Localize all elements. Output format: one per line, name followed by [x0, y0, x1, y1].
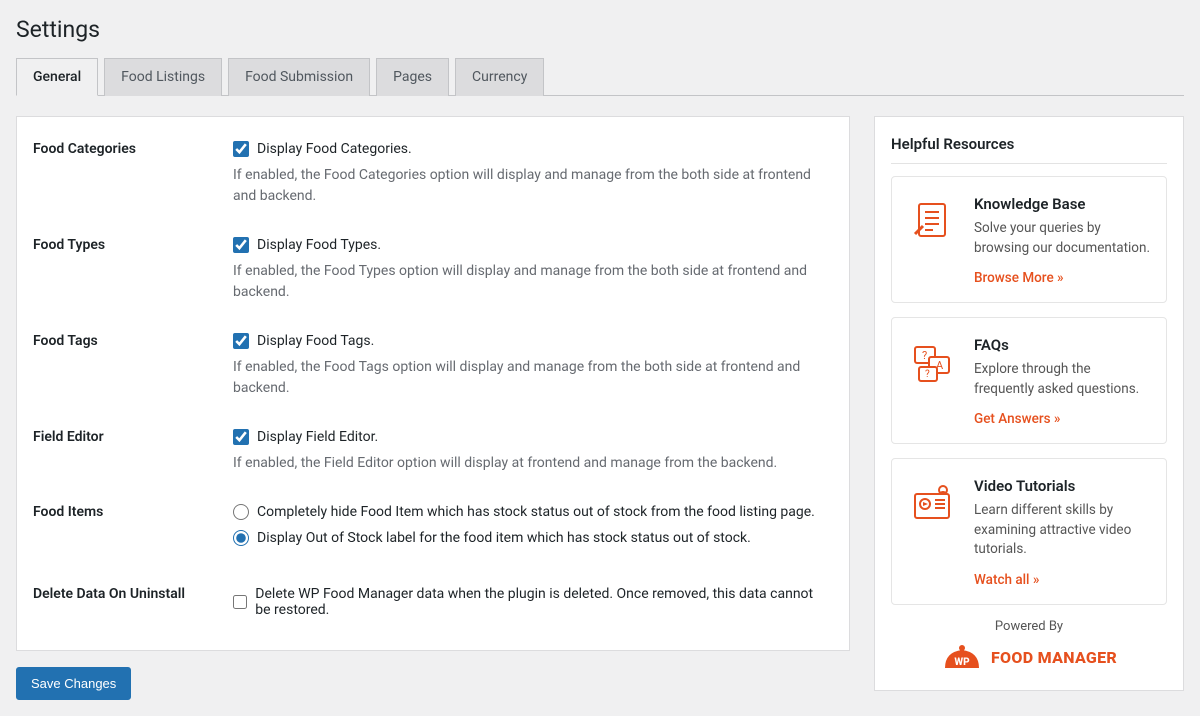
- video-icon: [906, 477, 958, 529]
- checkbox-label-field-editor: Display Field Editor.: [257, 429, 378, 445]
- document-icon: [906, 195, 958, 247]
- card-link-get-answers[interactable]: Get Answers »: [974, 411, 1060, 427]
- label-food-categories: Food Categories: [33, 141, 233, 207]
- sidebar: Helpful Resources Knowledge Base Solve y…: [874, 116, 1184, 700]
- setting-food-tags: Food Tags Display Food Tags. If enabled,…: [33, 333, 823, 399]
- save-changes-button[interactable]: Save Changes: [16, 667, 131, 700]
- tab-food-submission[interactable]: Food Submission: [228, 58, 370, 96]
- powered-by-text: Powered By: [891, 619, 1167, 634]
- radio-label-food-items-label: Display Out of Stock label for the food …: [257, 530, 751, 546]
- checkbox-food-types[interactable]: [233, 237, 249, 253]
- radio-label-food-items-hide: Completely hide Food Item which has stoc…: [257, 504, 815, 520]
- card-desc: Learn different skills by examining attr…: [974, 501, 1152, 560]
- card-knowledge-base: Knowledge Base Solve your queries by bro…: [891, 176, 1167, 303]
- chat-icon: ? A ?: [906, 336, 958, 388]
- card-title: Video Tutorials: [974, 477, 1152, 495]
- tab-general[interactable]: General: [16, 58, 98, 96]
- label-food-items: Food Items: [33, 504, 233, 556]
- tab-currency[interactable]: Currency: [455, 58, 544, 96]
- label-food-tags: Food Tags: [33, 333, 233, 399]
- checkbox-field-editor[interactable]: [233, 429, 249, 445]
- setting-field-editor: Field Editor Display Field Editor. If en…: [33, 429, 823, 474]
- radio-food-items-label[interactable]: [233, 530, 249, 546]
- sidebar-heading: Helpful Resources: [891, 135, 1167, 164]
- desc-food-tags: If enabled, the Food Tags option will di…: [233, 357, 823, 399]
- settings-panel: Food Categories Display Food Categories.…: [16, 116, 850, 651]
- desc-field-editor: If enabled, the Field Editor option will…: [233, 453, 823, 474]
- checkbox-label-delete-data: Delete WP Food Manager data when the plu…: [255, 586, 823, 618]
- checkbox-label-food-types: Display Food Types.: [257, 237, 381, 253]
- checkbox-food-categories[interactable]: [233, 141, 249, 157]
- brand-badge-icon: WP: [941, 642, 983, 674]
- setting-food-categories: Food Categories Display Food Categories.…: [33, 141, 823, 207]
- setting-food-types: Food Types Display Food Types. If enable…: [33, 237, 823, 303]
- brand-text: FOOD MANAGER: [991, 648, 1117, 667]
- radio-food-items-hide[interactable]: [233, 504, 249, 520]
- settings-tabs: General Food Listings Food Submission Pa…: [16, 57, 1184, 96]
- svg-text:?: ?: [925, 369, 930, 380]
- tab-pages[interactable]: Pages: [376, 58, 449, 96]
- label-delete-data: Delete Data On Uninstall: [33, 586, 233, 626]
- tab-food-listings[interactable]: Food Listings: [104, 58, 222, 96]
- desc-food-types: If enabled, the Food Types option will d…: [233, 261, 823, 303]
- label-food-types: Food Types: [33, 237, 233, 303]
- checkbox-label-food-categories: Display Food Categories.: [257, 141, 412, 157]
- brand-logo: WP FOOD MANAGER: [891, 642, 1167, 674]
- card-title: FAQs: [974, 336, 1152, 354]
- checkbox-food-tags[interactable]: [233, 333, 249, 349]
- page-title: Settings: [16, 16, 1184, 43]
- card-link-watch-all[interactable]: Watch all »: [974, 572, 1039, 588]
- svg-text:?: ?: [922, 349, 927, 362]
- svg-text:WP: WP: [954, 657, 970, 668]
- desc-food-categories: If enabled, the Food Categories option w…: [233, 165, 823, 207]
- checkbox-delete-data[interactable]: [233, 594, 247, 610]
- card-desc: Solve your queries by browsing our docum…: [974, 219, 1152, 258]
- card-link-browse-more[interactable]: Browse More »: [974, 270, 1064, 286]
- label-field-editor: Field Editor: [33, 429, 233, 474]
- setting-delete-data: Delete Data On Uninstall Delete WP Food …: [33, 586, 823, 626]
- card-title: Knowledge Base: [974, 195, 1152, 213]
- setting-food-items: Food Items Completely hide Food Item whi…: [33, 504, 823, 556]
- card-faqs: ? A ? FAQs Explore through the frequentl…: [891, 317, 1167, 444]
- card-video-tutorials: Video Tutorials Learn different skills b…: [891, 458, 1167, 605]
- card-desc: Explore through the frequently asked que…: [974, 360, 1152, 399]
- checkbox-label-food-tags: Display Food Tags.: [257, 333, 374, 349]
